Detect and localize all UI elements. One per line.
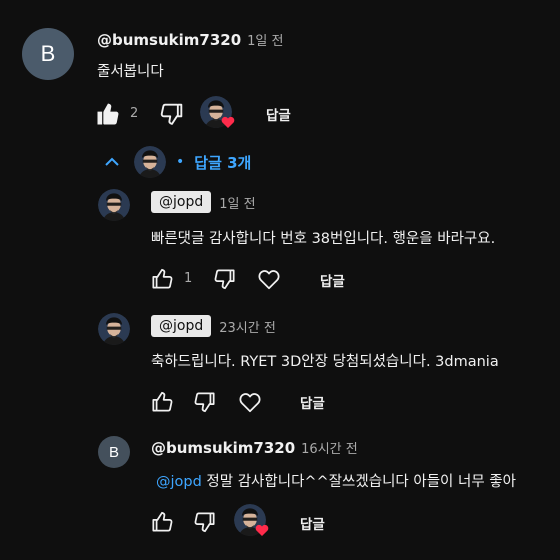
thumb-up-icon xyxy=(149,266,175,292)
thumb-up-icon xyxy=(149,509,175,535)
author-name[interactable]: @bumsukim7320 xyxy=(97,31,241,49)
comment-time[interactable]: 1일 전 xyxy=(219,193,255,212)
creator-heart-icon xyxy=(254,522,270,538)
like-button[interactable] xyxy=(149,389,175,415)
heart-outline-icon xyxy=(237,389,263,415)
thumb-down-icon xyxy=(212,266,238,292)
thumb-down-icon xyxy=(158,100,186,128)
heart-button[interactable] xyxy=(256,266,282,292)
creator-heart-icon xyxy=(220,114,236,130)
like-count: 2 xyxy=(130,106,139,121)
reply-button[interactable]: 답글 xyxy=(266,104,291,124)
avatar[interactable]: B xyxy=(98,436,130,468)
like-button[interactable] xyxy=(149,266,175,292)
comment-time[interactable]: 23시간 전 xyxy=(219,317,276,336)
reply-header: @bumsukim7320 16시간 전 xyxy=(151,438,358,457)
chevron-up-icon xyxy=(105,157,119,166)
dislike-button[interactable] xyxy=(158,100,186,128)
comment-header: @bumsukim7320 1일 전 xyxy=(97,30,283,49)
reply-header: @jopd 1일 전 xyxy=(151,191,256,213)
avatar[interactable]: B xyxy=(22,28,74,80)
replies-count: 답글 3개 xyxy=(194,153,252,172)
author-name[interactable]: @bumsukim7320 xyxy=(151,439,295,457)
creator-heart[interactable] xyxy=(200,96,234,130)
creator-avatar xyxy=(134,146,166,178)
heart-outline-icon xyxy=(256,266,282,292)
comment-time[interactable]: 16시간 전 xyxy=(301,438,358,457)
reply-text-line: @jopd 정말 감사합니다^^잘쓰겠습니다 아들이 너무 좋아 xyxy=(156,470,516,491)
like-button[interactable] xyxy=(149,509,175,535)
dislike-button[interactable] xyxy=(192,389,218,415)
reply-text: 정말 감사합니다^^잘쓰겠습니다 아들이 너무 좋아 xyxy=(201,474,516,490)
author-chip[interactable]: @jopd xyxy=(151,315,212,337)
like-count: 1 xyxy=(184,271,193,286)
reply-button[interactable]: 답글 xyxy=(320,270,345,290)
reply-text: 축하드립니다. RYET 3D안장 당첨되셨습니다. 3dmania xyxy=(151,354,499,370)
avatar[interactable] xyxy=(98,189,130,221)
dislike-button[interactable] xyxy=(212,266,238,292)
like-button[interactable] xyxy=(94,100,122,128)
reply-button[interactable]: 답글 xyxy=(300,513,325,533)
creator-heart[interactable] xyxy=(234,504,268,538)
reply-button[interactable]: 답글 xyxy=(300,392,325,412)
avatar[interactable] xyxy=(98,313,130,345)
thumb-up-icon xyxy=(149,389,175,415)
mention-link[interactable]: @jopd xyxy=(156,474,202,490)
thumb-up-icon xyxy=(94,100,122,128)
dislike-button[interactable] xyxy=(192,509,218,535)
reply-text: 빠른댓글 감사합니다 번호 38번입니다. 행운을 바라구요. xyxy=(151,231,496,247)
bullet: • xyxy=(176,154,185,170)
thumb-down-icon xyxy=(192,509,218,535)
comment-text: 줄서봅니다 xyxy=(97,64,164,80)
comment-time[interactable]: 1일 전 xyxy=(247,30,283,49)
heart-button[interactable] xyxy=(237,389,263,415)
reply-header: @jopd 23시간 전 xyxy=(151,315,276,337)
replies-toggle[interactable]: • 답글 3개 xyxy=(100,146,251,178)
author-chip[interactable]: @jopd xyxy=(151,191,212,213)
thumb-down-icon xyxy=(192,389,218,415)
